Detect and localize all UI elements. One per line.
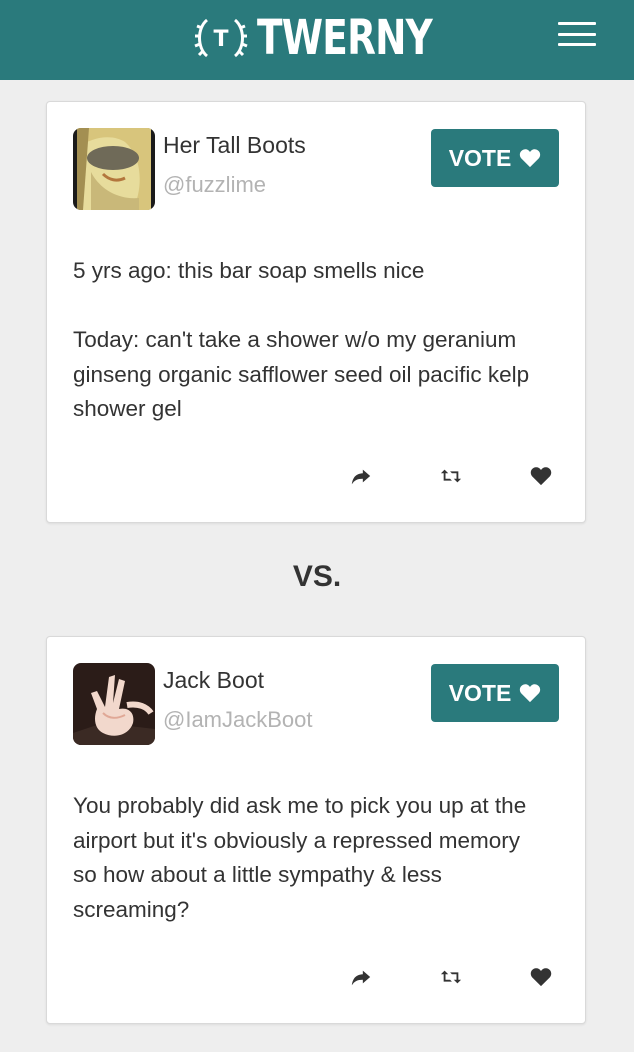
retweet-icon[interactable] bbox=[437, 462, 465, 490]
avatar[interactable] bbox=[73, 663, 155, 745]
tweet-actions bbox=[47, 963, 585, 993]
user-display-name[interactable]: Her Tall Boots bbox=[163, 132, 306, 159]
heart-icon bbox=[520, 149, 541, 168]
user-display-name[interactable]: Jack Boot bbox=[163, 667, 264, 694]
versus-label: VS. bbox=[292, 560, 342, 593]
user-handle[interactable]: @IamJackBoot bbox=[163, 707, 313, 733]
vote-button[interactable]: VOTE bbox=[431, 664, 559, 722]
avatar[interactable] bbox=[73, 128, 155, 210]
brand-name: TWERNY bbox=[256, 10, 433, 66]
favorite-icon[interactable] bbox=[527, 462, 555, 490]
svg-text:T: T bbox=[213, 27, 228, 52]
vote-button-label: VOTE bbox=[448, 679, 512, 706]
laurel-t-logo-icon: T bbox=[194, 18, 248, 58]
favorite-icon[interactable] bbox=[527, 963, 555, 991]
tweet-text: You probably did ask me to pick you up a… bbox=[73, 793, 527, 922]
hamburger-menu-icon[interactable] bbox=[558, 22, 596, 46]
reply-icon[interactable] bbox=[347, 462, 375, 490]
tweet-actions bbox=[47, 462, 585, 492]
tweet-card-1: Her Tall Boots @fuzzlime VOTE 5 yrs ago:… bbox=[46, 101, 586, 523]
twerny-logo[interactable]: T TWERNY bbox=[0, 10, 634, 66]
tweet-text: 5 yrs ago: this bar soap smells nice Tod… bbox=[73, 258, 530, 421]
reply-icon[interactable] bbox=[347, 963, 375, 991]
vote-button[interactable]: VOTE bbox=[431, 129, 559, 187]
retweet-icon[interactable] bbox=[437, 963, 465, 991]
tweet-card-2: Jack Boot @IamJackBoot VOTE You probably… bbox=[46, 636, 586, 1024]
user-handle[interactable]: @fuzzlime bbox=[163, 172, 266, 198]
vote-button-label: VOTE bbox=[448, 144, 512, 171]
heart-icon bbox=[520, 684, 541, 703]
top-navigation-bar: T TWERNY bbox=[0, 0, 634, 80]
